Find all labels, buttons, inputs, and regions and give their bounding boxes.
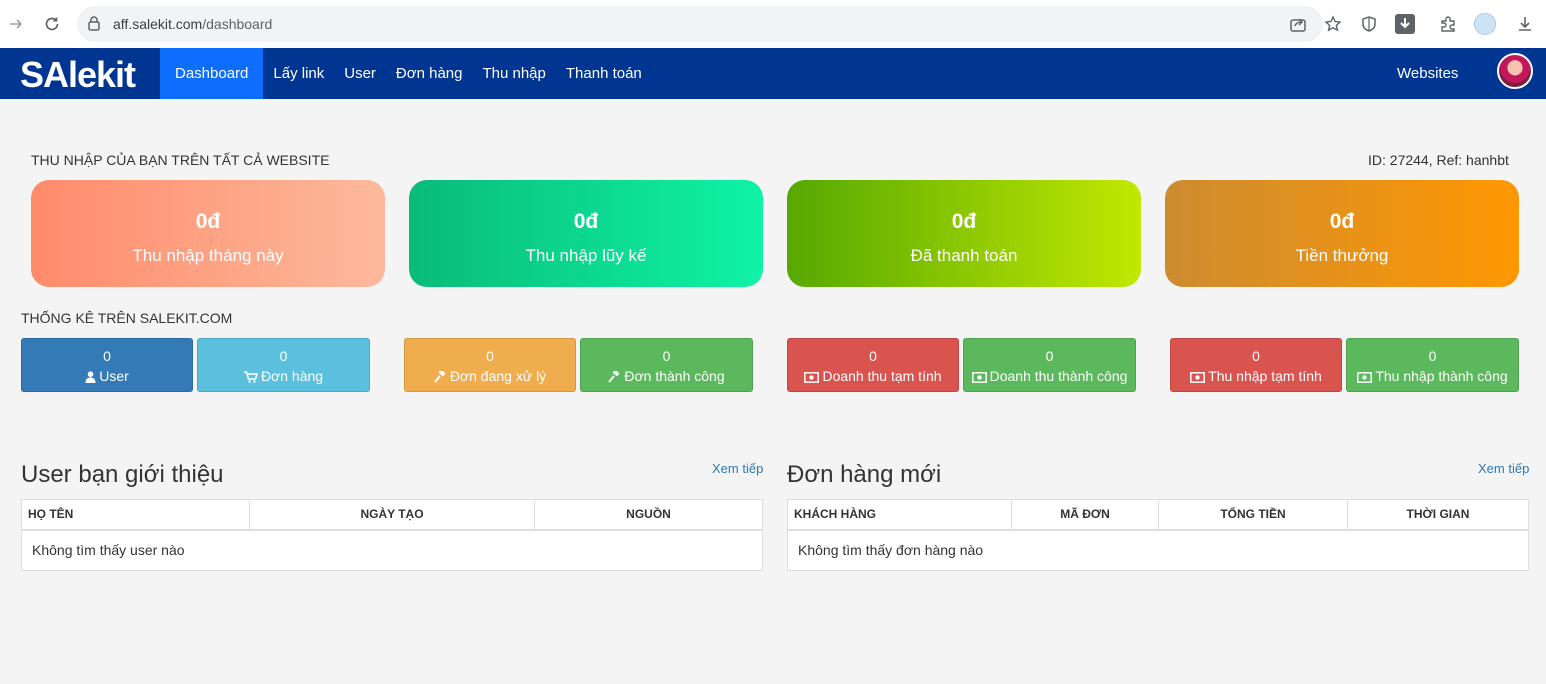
- profile-icon[interactable]: [1473, 12, 1497, 36]
- stat-label: Thu nhập tạm tính: [1208, 368, 1322, 384]
- cart-icon: [243, 368, 261, 384]
- nav-thanh-toan[interactable]: Thanh toán: [556, 48, 652, 99]
- stat-income-estimate-button[interactable]: 0 Thu nhập tạm tính: [1170, 338, 1342, 392]
- stat-user-button[interactable]: 0 User: [21, 338, 193, 392]
- downloads-icon[interactable]: [1513, 12, 1537, 36]
- stat-label: Doanh thu tạm tính: [822, 368, 942, 384]
- money-icon: [971, 368, 990, 384]
- stat-revenue-estimate-button[interactable]: 0 Doanh thu tạm tính: [787, 338, 959, 392]
- reload-icon[interactable]: [40, 12, 64, 36]
- download-extension-icon[interactable]: [1393, 12, 1417, 36]
- col-nguon[interactable]: NGUỒN: [534, 499, 763, 531]
- money-icon: [1190, 368, 1208, 384]
- stats-title: THỐNG KÊ TRÊN SALEKIT.COM: [21, 310, 233, 326]
- stat-value: 0: [1252, 348, 1260, 364]
- nav-dashboard[interactable]: Dashboard: [160, 48, 264, 99]
- gavel-icon: [608, 368, 624, 384]
- orders-more-link[interactable]: Xem tiếp: [1478, 461, 1529, 476]
- earning-amount: 0đ: [951, 210, 977, 233]
- empty-message: Không tìm thấy user nào: [21, 529, 763, 571]
- stat-value: 0: [1428, 348, 1437, 364]
- nav-lay-link[interactable]: Lấy link: [263, 48, 334, 99]
- stat-label: Đơn hàng: [260, 368, 324, 384]
- earnings-title: THU NHẬP CỦA BẠN TRÊN TẤT CẢ WEBSITE: [31, 152, 330, 168]
- stat-value: 0: [662, 348, 671, 364]
- col-ngay-tao[interactable]: NGÀY TẠO: [249, 499, 535, 531]
- websites-link[interactable]: Websites: [1397, 48, 1458, 99]
- browser-toolbar: aff.salekit.com/dashboard: [0, 0, 1546, 48]
- users-panel-title: User bạn giới thiệu: [21, 461, 224, 488]
- table-header-row: KHÁCH HÀNG MÃ ĐƠN TỔNG TIỀN THỜI GIAN: [787, 499, 1529, 531]
- stat-label: User: [99, 368, 129, 384]
- users-table: HỌ TÊN NGÀY TẠO NGUỒN Không tìm thấy use…: [21, 499, 763, 571]
- url-text: aff.salekit.com/dashboard: [113, 16, 273, 32]
- stat-value: 0: [103, 348, 111, 364]
- orders-panel-title: Đơn hàng mới: [787, 461, 942, 488]
- users-more-link[interactable]: Xem tiếp: [712, 461, 763, 476]
- lock-icon: [87, 15, 101, 36]
- stat-processing-button[interactable]: 0 Đơn đang xử lý: [404, 338, 576, 392]
- top-navbar: SAlekit Dashboard Lấy link User Đơn hàng…: [0, 48, 1546, 99]
- money-icon: [804, 368, 822, 384]
- stat-income-success-button[interactable]: 0 Thu nhập thành công: [1346, 338, 1519, 392]
- earning-amount: 0đ: [195, 210, 221, 233]
- col-thoi-gian[interactable]: THỜI GIAN: [1347, 499, 1529, 531]
- gavel-icon: [434, 368, 450, 384]
- col-khach-hang[interactable]: KHÁCH HÀNG: [787, 499, 1012, 531]
- earning-label: Thu nhập lũy kế: [525, 246, 647, 265]
- stat-label: Thu nhập thành công: [1375, 368, 1508, 384]
- stat-value: 0: [279, 348, 288, 364]
- stat-value: 0: [869, 348, 877, 364]
- earning-card-paid: 0đ Đã thanh toán: [787, 180, 1141, 287]
- nav-don-hang[interactable]: Đơn hàng: [386, 48, 473, 99]
- earning-amount: 0đ: [1329, 210, 1355, 233]
- stat-label: Đơn thành công: [624, 368, 725, 384]
- stat-orders-button[interactable]: 0 Đơn hàng: [197, 338, 370, 392]
- nav-user[interactable]: User: [334, 48, 386, 99]
- col-ho-ten[interactable]: HỌ TÊN: [21, 499, 250, 531]
- earning-amount: 0đ: [573, 210, 599, 233]
- table-header-row: HỌ TÊN NGÀY TẠO NGUỒN: [21, 499, 763, 531]
- address-bar[interactable]: aff.salekit.com/dashboard: [77, 6, 1323, 42]
- table-row: Không tìm thấy đơn hàng nào: [787, 529, 1529, 571]
- empty-message: Không tìm thấy đơn hàng nào: [787, 529, 1529, 571]
- salekit-logo[interactable]: SAlekit: [20, 54, 136, 96]
- col-tong-tien[interactable]: TỔNG TIỀN: [1158, 499, 1348, 531]
- user-icon: [85, 368, 99, 384]
- main-menu: Dashboard Lấy link User Đơn hàng Thu nhậ…: [160, 48, 652, 99]
- avatar[interactable]: [1497, 53, 1533, 89]
- stat-value: 0: [486, 348, 494, 364]
- id-ref-text: ID: 27244, Ref: hanhbt: [1368, 152, 1509, 168]
- stat-label: Doanh thu thành công: [989, 368, 1128, 384]
- earning-label: Tiền thưởng: [1295, 246, 1389, 265]
- stat-revenue-success-button[interactable]: 0 Doanh thu thành công: [963, 338, 1136, 392]
- stat-success-orders-button[interactable]: 0 Đơn thành công: [580, 338, 753, 392]
- earning-card-month: 0đ Thu nhập tháng này: [31, 180, 385, 287]
- share-icon[interactable]: [1286, 12, 1310, 36]
- nav-thu-nhap[interactable]: Thu nhập: [472, 48, 555, 99]
- stat-label: Đơn đang xử lý: [449, 368, 547, 384]
- shield-icon[interactable]: [1357, 12, 1381, 36]
- earning-label: Thu nhập tháng này: [132, 246, 284, 265]
- puzzle-icon[interactable]: [1436, 12, 1460, 36]
- earning-card-bonus: 0đ Tiền thưởng: [1165, 180, 1519, 287]
- earning-label: Đã thanh toán: [910, 246, 1018, 265]
- earning-card-cumulative: 0đ Thu nhập lũy kế: [409, 180, 763, 287]
- stat-value: 0: [1045, 348, 1054, 364]
- star-icon[interactable]: [1321, 12, 1345, 36]
- money-icon: [1357, 368, 1375, 384]
- col-ma-don[interactable]: MÃ ĐƠN: [1011, 499, 1159, 531]
- forward-icon[interactable]: [4, 12, 28, 36]
- table-row: Không tìm thấy user nào: [21, 529, 763, 571]
- orders-table: KHÁCH HÀNG MÃ ĐƠN TỔNG TIỀN THỜI GIAN Kh…: [787, 499, 1529, 571]
